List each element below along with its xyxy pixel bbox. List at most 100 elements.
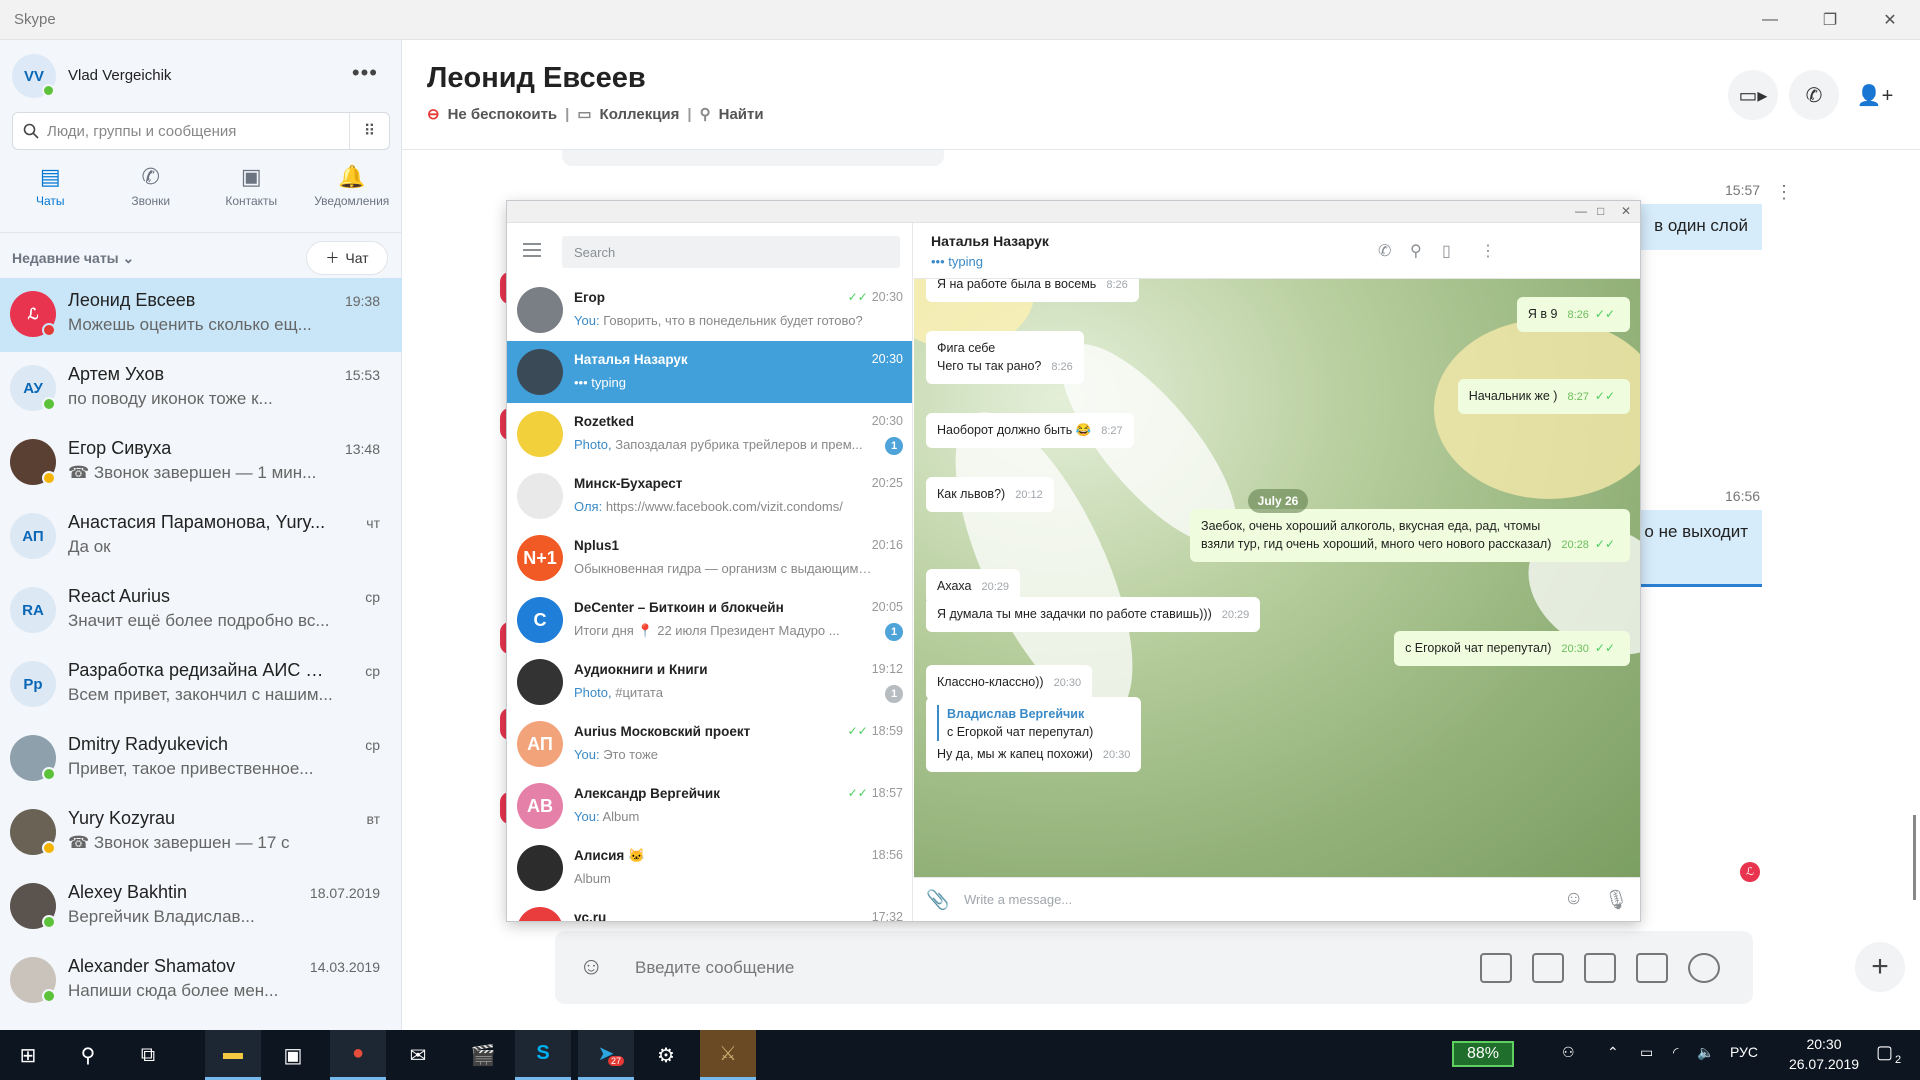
attach-icon[interactable]: 📎 <box>926 888 950 912</box>
task-view-button[interactable]: ⧉ <box>120 1030 176 1080</box>
search-icon[interactable]: ⚲ <box>1410 241 1422 261</box>
outgoing-message[interactable]: Я в 9 8:26 ✓✓ <box>1516 297 1630 332</box>
maximize-button[interactable]: ❐ <box>1800 0 1860 40</box>
chat-item[interactable]: Dmitry Radyukevich ср Привет, такое прив… <box>0 722 402 796</box>
telegram-taskbar-button[interactable]: ➤ 27 <box>578 1030 634 1080</box>
sidebar-toggle-icon[interactable]: ▯ <box>1442 241 1451 261</box>
media-button[interactable]: 🎬 <box>455 1030 511 1080</box>
chat-item[interactable]: Егор Сивуха 13:48 ☎ Звонок завершен — 1 … <box>0 426 402 500</box>
my-message-bubble[interactable]: о не выходит <box>1620 510 1762 556</box>
chat-item[interactable]: Alexey Bakhtin 18.07.2019 Вергейчик Влад… <box>0 870 402 944</box>
gif-icon[interactable] <box>1532 953 1564 983</box>
file-explorer-button[interactable]: ▬ <box>205 1030 261 1080</box>
message-options-icon[interactable]: ⋮ <box>1775 182 1793 203</box>
collection-link[interactable]: Коллекция <box>600 106 680 123</box>
call-icon[interactable]: ✆ <box>1378 241 1391 261</box>
battery-icon[interactable]: ▭ <box>1640 1044 1653 1061</box>
incoming-message[interactable]: Классно-классно)) 20:30 <box>926 665 1093 700</box>
settings-taskbar-button[interactable]: ⚙ <box>638 1030 694 1080</box>
incoming-message[interactable]: Наоборот должно быть 😂 8:27 <box>926 413 1134 448</box>
tg-chat-item[interactable]: АП Aurius Московский проект ✓✓ 18:59 You: Эт… <box>507 713 912 775</box>
task-view-icon: ⧉ <box>140 1043 156 1066</box>
app-button[interactable]: ▣ <box>265 1030 321 1080</box>
skype-taskbar-button[interactable]: S <box>515 1030 571 1080</box>
incoming-message[interactable]: Владислав Вергейчик с Егоркой чат перепут… <box>926 697 1142 772</box>
media-gallery-icon[interactable] <box>1480 953 1512 983</box>
my-message-bubble[interactable]: в один слой <box>1620 204 1762 250</box>
tg-chat-item[interactable]: VC vc.ru 17:32 <box>507 899 912 921</box>
tg-chat-item[interactable]: N+1 Nplus1 20:16 Обыкновенная гидра — орга… <box>507 527 912 589</box>
chat-item[interactable]: АУ Артем Ухов 15:53 по поводу иконок тож… <box>0 352 402 426</box>
tg-chat-item[interactable]: Наталья Назарук 20:30 ••• typing <box>507 341 912 403</box>
chat-item-leonid[interactable]: ℒ Леонид Евсеев 19:38 Можешь оценить ско… <box>0 278 402 352</box>
chrome-button[interactable]: ● <box>330 1030 386 1080</box>
microphone-icon[interactable]: 🎙 <box>1604 888 1628 912</box>
wifi-icon[interactable]: ◜ <box>1673 1044 1678 1061</box>
chat-item[interactable]: RA React Aurius ср Значит ещё более подр… <box>0 574 402 648</box>
tg-minimize-button[interactable]: — <box>1575 204 1587 218</box>
people-icon[interactable]: ⚇ <box>1562 1044 1575 1061</box>
search-input[interactable]: Люди, группы и сообщения <box>47 123 236 140</box>
video-call-button[interactable]: ▭▸ <box>1728 70 1778 120</box>
search-taskbar-button[interactable]: ⚲ <box>60 1030 116 1080</box>
add-attachment-button[interactable]: + <box>1855 942 1905 992</box>
chat-name: Анастасия Парамонова, Yury... <box>68 512 326 532</box>
incoming-message[interactable]: Я думала ты мне задачки по работе ставиш… <box>926 597 1261 632</box>
tg-chat-item[interactable]: Минск-Бухарест 20:25 Оля: https://www.face… <box>507 465 912 527</box>
tg-chat-item[interactable]: Алисия 🐱 18:56 Album <box>507 837 912 899</box>
new-chat-button[interactable]: ＋ Чат <box>306 241 388 275</box>
message-input[interactable]: Введите сообщение <box>635 958 794 978</box>
schedule-icon[interactable] <box>1636 953 1668 983</box>
tab-contacts[interactable]: ▣ Контакты <box>201 158 302 222</box>
chat-preview: Да ок <box>68 537 111 556</box>
reply-quote[interactable]: Владислав Вергейчик с Егоркой чат перепут… <box>937 705 1130 741</box>
dialpad-icon[interactable]: ⠿ <box>349 113 389 149</box>
outgoing-message[interactable]: Начальник же ) 8:27 ✓✓ <box>1457 379 1630 414</box>
tg-chat-item[interactable]: AB Александр Вергейчик ✓✓ 18:57 You: Album <box>507 775 912 837</box>
tg-search-input[interactable]: Search <box>562 236 900 268</box>
audio-call-button[interactable]: ✆ <box>1789 70 1839 120</box>
chat-item[interactable]: Yury Kozyrau вт ☎ Звонок завершен — 17 с <box>0 796 402 870</box>
chat-item[interactable]: Alexander Shamatov 14.03.2019 Напиши сюд… <box>0 944 402 1018</box>
message-time: 8:26 <box>1567 309 1589 321</box>
contact-card-icon[interactable] <box>1584 953 1616 983</box>
language-indicator[interactable]: РУС <box>1730 1044 1758 1060</box>
search-box[interactable]: Люди, группы и сообщения ⠿ <box>12 112 390 150</box>
incoming-message[interactable]: Я на работе была в восемь 8:26 <box>926 279 1139 302</box>
incoming-message[interactable]: Как львов?) 20:12 <box>926 477 1054 512</box>
tg-chat-item[interactable]: C DeCenter – Биткоин и блокчейн 20:05 Итог… <box>507 589 912 651</box>
incoming-message[interactable]: Фига себе Чего ты так рано? 8:26 <box>926 331 1084 384</box>
emoji-icon[interactable]: ☺ <box>579 953 604 981</box>
chat-item[interactable]: АП Анастасия Парамонова, Yury... чт Да о… <box>0 500 402 574</box>
menu-icon[interactable] <box>523 243 541 257</box>
clock[interactable]: 20:30 26.07.2019 <box>1769 1034 1879 1074</box>
more-options-icon[interactable]: ••• <box>352 60 378 86</box>
tg-chat-item[interactable]: Rozetked 20:30 Photo, Запоздалая рубрика т… <box>507 403 912 465</box>
chevron-up-icon[interactable]: ⌃ <box>1607 1044 1619 1061</box>
scrollbar[interactable] <box>1913 815 1916 900</box>
outgoing-message[interactable]: с Егоркой чат перепутал) 20:30 ✓✓ <box>1394 631 1630 666</box>
tg-chat-item[interactable]: Аудиокниги и Книги 19:12 Photo, #цитата 1 <box>507 651 912 713</box>
close-button[interactable]: ✕ <box>1860 0 1920 40</box>
tg-maximize-button[interactable]: □ <box>1597 204 1604 218</box>
add-people-button[interactable]: 👤+ <box>1850 70 1900 120</box>
tab-chats[interactable]: ▤ Чаты <box>0 158 101 222</box>
outgoing-message[interactable]: Заебок, очень хороший алкоголь, вкусная … <box>1190 509 1630 562</box>
tab-calls[interactable]: ✆ Звонки <box>101 158 202 222</box>
tg-message-input[interactable]: Write a message... <box>964 892 1072 907</box>
start-button[interactable]: ⊞ <box>0 1030 56 1080</box>
volume-icon[interactable]: 🔈 <box>1697 1044 1714 1061</box>
tg-close-button[interactable]: ✕ <box>1621 204 1631 218</box>
more-options-icon[interactable]: ⋮ <box>1480 241 1496 261</box>
tg-chat-name: Nplus1 <box>574 538 620 553</box>
mail-button[interactable]: ✉ <box>390 1030 446 1080</box>
game-taskbar-button[interactable]: ⚔ <box>700 1030 756 1080</box>
tab-notifications[interactable]: 🔔 Уведомления <box>302 158 403 222</box>
tg-chat-item[interactable]: Егор ✓✓ 20:30 You: Говорить, что в понедель… <box>507 279 912 341</box>
chat-item[interactable]: Рр Разработка редизайна АИС УИД ср Всем … <box>0 648 402 722</box>
emoji-icon[interactable]: ☺ <box>1564 888 1583 910</box>
find-link[interactable]: Найти <box>719 106 764 123</box>
recent-chats-dropdown[interactable]: Недавние чаты ⌄ <box>12 250 134 267</box>
minimize-button[interactable]: — <box>1740 0 1800 40</box>
poll-icon[interactable] <box>1688 953 1720 983</box>
